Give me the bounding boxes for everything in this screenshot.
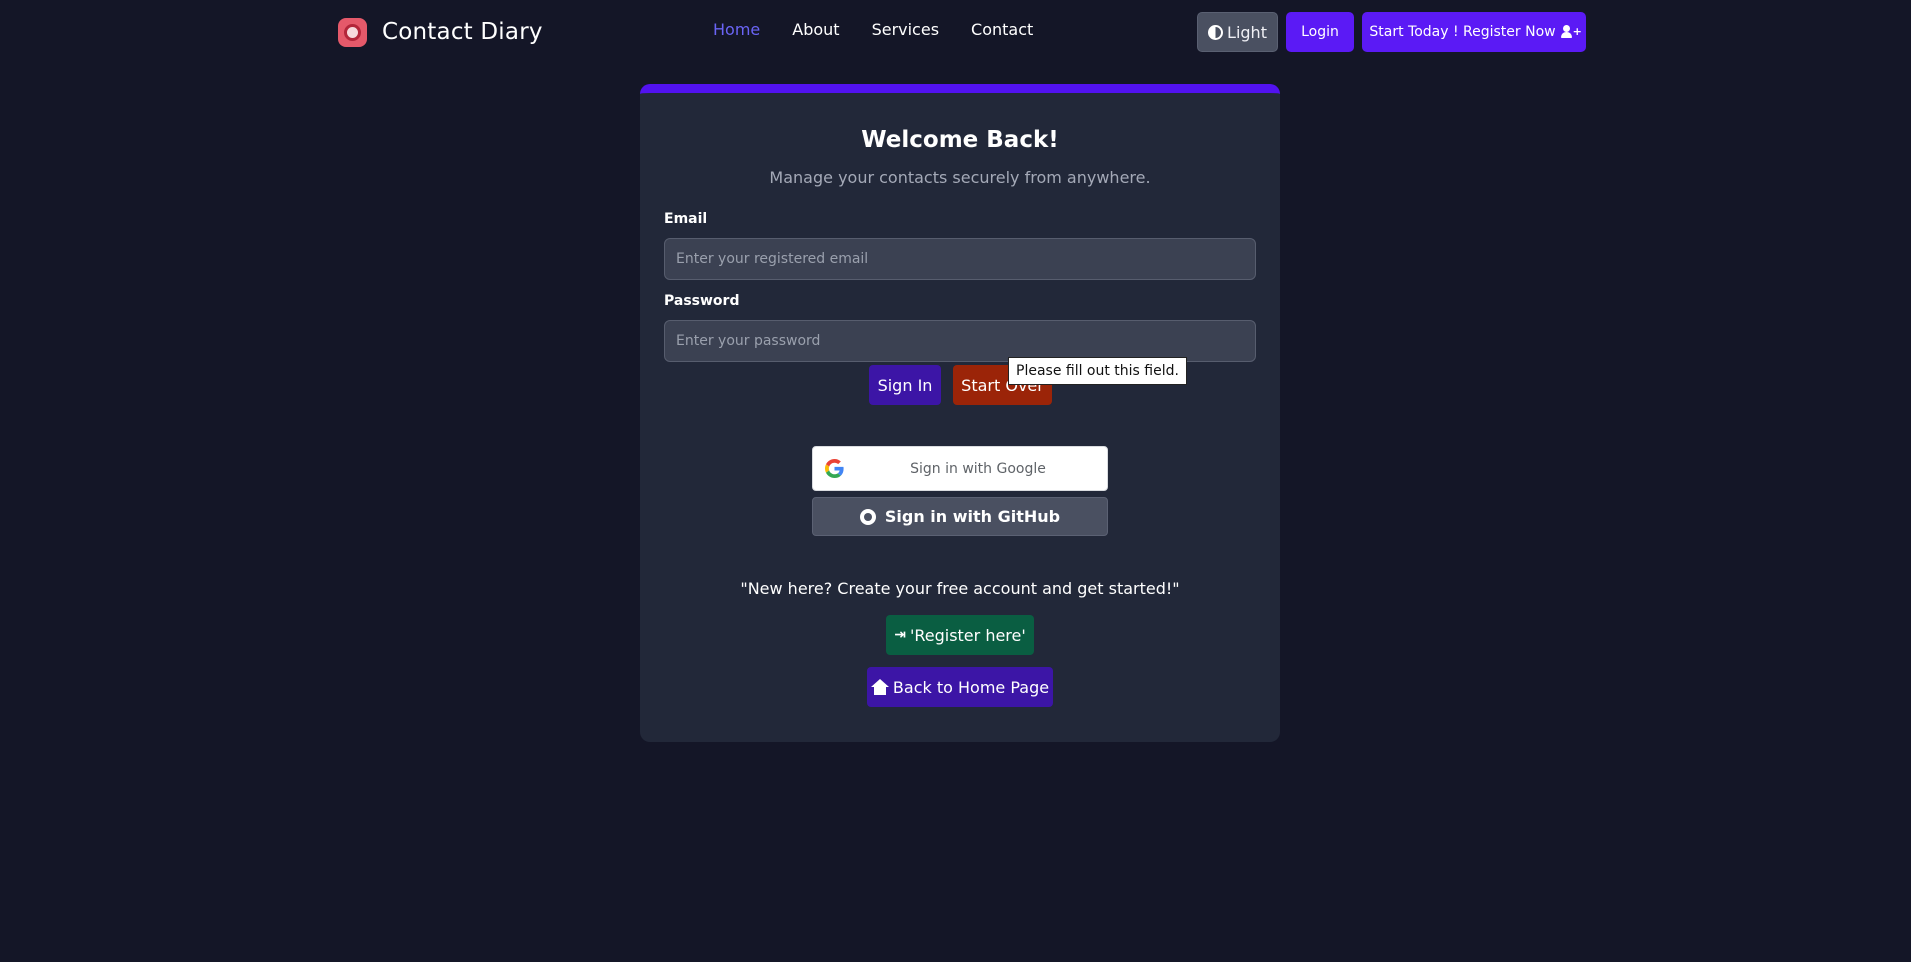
card-title: Welcome Back! [861, 127, 1059, 153]
nav-link-home[interactable]: Home [713, 20, 760, 39]
nav-link-services[interactable]: Services [872, 20, 939, 39]
brand-logo-icon [338, 17, 367, 47]
login-button-label: Login [1301, 24, 1339, 40]
email-field[interactable] [664, 238, 1256, 280]
github-signin-button[interactable]: Sign in with GitHub [812, 497, 1108, 536]
register-now-label: Start Today ! Register Now [1369, 24, 1556, 40]
register-here-label: 'Register here' [909, 625, 1026, 645]
nav-actions: Light Login Start Today ! Register Now + [1197, 12, 1586, 52]
top-navbar: Contact Diary Home About Services Contac… [0, 0, 1911, 63]
sign-in-arrow-icon: ⇥ [894, 627, 906, 643]
sign-in-button[interactable]: Sign In [869, 365, 941, 405]
password-field[interactable] [664, 320, 1256, 362]
theme-toggle-label: Light [1227, 22, 1267, 42]
register-here-button[interactable]: ⇥ 'Register here' [886, 615, 1034, 655]
contrast-icon [1208, 24, 1224, 40]
sign-in-label: Sign In [877, 375, 933, 395]
nav-link-contact[interactable]: Contact [971, 20, 1033, 39]
theme-toggle-button[interactable]: Light [1197, 12, 1278, 52]
brand-name: Contact Diary [382, 19, 543, 45]
back-home-label: Back to Home Page [892, 677, 1050, 697]
login-card: Welcome Back! Manage your contacts secur… [640, 84, 1280, 742]
register-now-button[interactable]: Start Today ! Register Now + [1362, 12, 1586, 52]
nav-link-about[interactable]: About [792, 20, 839, 39]
login-button[interactable]: Login [1286, 12, 1354, 52]
nav-links: Home About Services Contact [713, 20, 1065, 39]
new-here-text: "New here? Create your free account and … [740, 579, 1180, 598]
home-icon [870, 679, 889, 695]
google-signin-button[interactable]: Sign in with Google [812, 446, 1108, 491]
google-icon [825, 459, 844, 478]
back-home-button[interactable]: Back to Home Page [867, 667, 1053, 707]
google-signin-label: Sign in with Google [910, 460, 1046, 477]
github-signin-label: Sign in with GitHub [884, 507, 1061, 526]
github-icon [859, 508, 876, 525]
validation-tooltip: Please fill out this field. [1008, 357, 1187, 385]
email-label: Email [664, 211, 708, 227]
password-label: Password [664, 293, 740, 309]
card-subtitle: Manage your contacts securely from anywh… [769, 168, 1151, 187]
user-plus-icon: + [1560, 25, 1582, 39]
brand[interactable]: Contact Diary [338, 16, 543, 48]
